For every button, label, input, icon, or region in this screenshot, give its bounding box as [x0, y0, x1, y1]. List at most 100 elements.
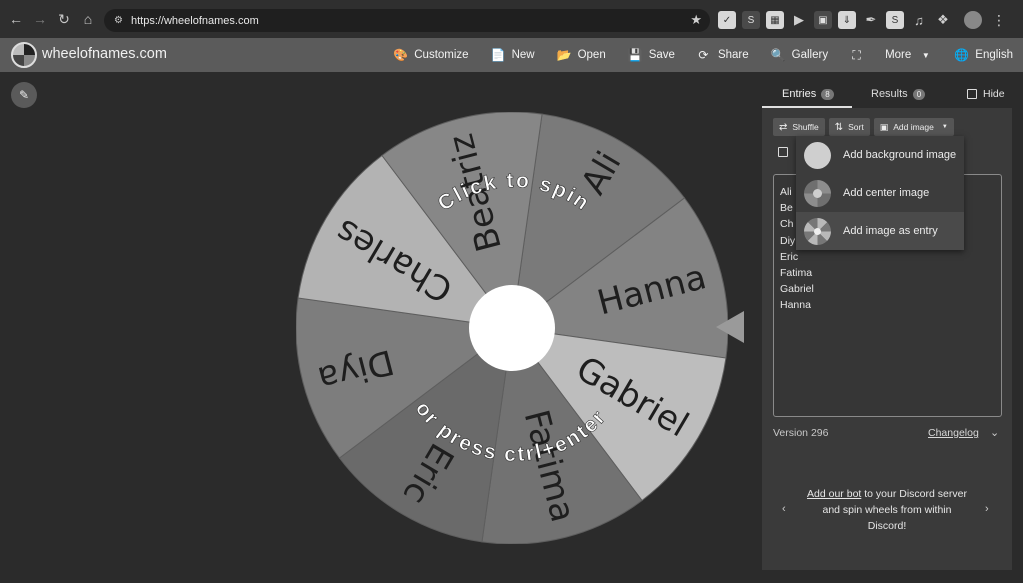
new-button[interactable]: 📄 New — [491, 48, 535, 62]
extension-columns-icon[interactable]: ▦ — [766, 11, 784, 29]
add-image-button[interactable]: ▣ Add image ▼ — [873, 118, 954, 136]
spin-wheel[interactable]: Ali Hanna Gabriel Fatima Eric Diya Charles Beat… — [296, 112, 728, 544]
wheel-center-hub[interactable] — [469, 285, 555, 371]
extension-folder-icon[interactable]: ▣ — [814, 11, 832, 29]
discord-text-3: Discord! — [867, 520, 907, 532]
fullscreen-icon: ⛶ — [852, 47, 861, 62]
chevron-down-icon[interactable]: ⌄ — [990, 426, 999, 439]
sort-icon: ⇅ — [834, 121, 844, 133]
search-icon: 🔍 — [770, 48, 786, 62]
shuffle-label: Shuffle — [792, 122, 819, 132]
sort-button[interactable]: ⇅ Sort — [828, 118, 870, 136]
version-text: Version 296 — [773, 427, 829, 439]
back-arrow-icon[interactable]: ← — [4, 7, 28, 31]
customize-button[interactable]: 🎨 Customize — [393, 48, 468, 62]
entries-toolbar: ⇄ Shuffle ⇅ Sort ▣ Add image ▼ — [773, 118, 954, 136]
add-background-image-option[interactable]: Add background image — [796, 136, 964, 174]
folder-open-icon: 📂 — [556, 48, 572, 62]
extension-pocket-icon[interactable]: ✓ — [718, 11, 736, 29]
background-image-icon — [804, 141, 831, 169]
pencil-icon: ✎ — [18, 88, 30, 102]
app-header: wheelofnames.com 🎨 Customize 📄 New 📂 Ope… — [0, 38, 1023, 72]
share-button[interactable]: ⟳ Share — [697, 48, 749, 62]
new-label: New — [511, 49, 535, 61]
chevron-left-icon[interactable]: ‹ — [782, 503, 786, 515]
edit-pencil-button[interactable]: ✎ — [11, 82, 37, 108]
discord-text-2: and spin wheels from within — [822, 504, 952, 516]
panel-tabs: Entries 8 Results 0 Hide — [762, 84, 1012, 108]
caret-down-icon: ▼ — [921, 50, 930, 60]
discord-promo: Add our bot to your Discord server and s… — [795, 486, 979, 534]
tab-entries[interactable]: Entries 8 — [782, 88, 834, 100]
entry-line: Eric — [780, 250, 799, 263]
extension-music-icon[interactable]: ♫ — [910, 11, 928, 29]
results-count-badge: 0 — [912, 88, 926, 100]
image-icon: ▣ — [879, 121, 889, 132]
bookmark-star-icon[interactable]: ★ — [690, 12, 702, 28]
add-image-dropdown: Add background image Add center image Ad… — [796, 136, 964, 250]
entry-line: Gabriel — [780, 283, 814, 296]
extension-download-icon[interactable]: ⇓ — [838, 11, 856, 29]
add-center-image-option[interactable]: Add center image — [796, 174, 964, 212]
reload-icon[interactable]: ↻ — [52, 7, 76, 31]
add-center-image-label: Add center image — [843, 187, 930, 199]
url-text: https://wheelofnames.com — [130, 14, 259, 27]
wheel-pointer — [716, 311, 744, 343]
browser-toolbar: ← → ↻ ⌂ ⚙ https://wheelofnames.com ★ ✓ S… — [0, 0, 1023, 38]
more-button[interactable]: More ▼ — [885, 49, 932, 61]
entry-line: Fatima — [780, 266, 813, 279]
share-label: Share — [717, 49, 749, 61]
add-background-image-label: Add background image — [843, 149, 957, 161]
open-button[interactable]: 📂 Open — [557, 48, 606, 62]
tab-results-label: Results — [871, 88, 908, 100]
browser-menu-icon[interactable]: ⋮ — [992, 12, 1006, 29]
home-icon[interactable]: ⌂ — [76, 7, 100, 31]
forward-arrow-icon[interactable]: → — [28, 7, 52, 31]
advanced-checkbox[interactable] — [778, 147, 788, 157]
active-tab-indicator — [762, 106, 852, 108]
extensions-puzzle-icon[interactable]: ❖ — [934, 11, 952, 29]
globe-icon: 🌐 — [954, 48, 970, 62]
site-logo-text[interactable]: wheelofnames.com — [42, 46, 167, 62]
add-our-bot-link[interactable]: Add our bot — [807, 488, 861, 500]
shuffle-icon: ⇄ — [779, 121, 788, 133]
fullscreen-button[interactable]: ⛶ — [850, 48, 863, 63]
center-image-icon — [804, 179, 831, 207]
extension-s2-icon[interactable]: S — [886, 11, 904, 29]
main-menu: 🎨 Customize 📄 New 📂 Open 💾 Save ⟳ Share … — [393, 38, 1013, 72]
add-image-as-entry-option[interactable]: Add image as entry — [796, 212, 964, 250]
extension-video-icon[interactable]: ▶ — [790, 11, 808, 29]
extensions-row: ✓ S ▦ ▶ ▣ ⇓ ✒ S ♫ ❖ ⋮ — [718, 9, 1006, 31]
chevron-right-icon[interactable]: › — [985, 503, 989, 515]
wheel-logo-icon[interactable] — [11, 42, 37, 68]
extension-s-icon[interactable]: S — [742, 11, 760, 29]
add-image-as-entry-label: Add image as entry — [843, 225, 938, 237]
share-icon: ⟳ — [698, 48, 709, 62]
save-icon: 💾 — [627, 48, 643, 62]
new-file-icon: 📄 — [490, 48, 506, 62]
add-image-label: Add image — [893, 122, 934, 132]
entry-line: Hanna — [780, 299, 811, 312]
language-button[interactable]: 🌐 English — [954, 48, 1013, 62]
site-settings-icon[interactable]: ⚙ — [114, 15, 123, 26]
discord-text-1: to your Discord server — [861, 488, 967, 500]
address-bar[interactable]: ⚙ https://wheelofnames.com ★ — [104, 9, 710, 32]
shuffle-button[interactable]: ⇄ Shuffle — [773, 118, 825, 136]
wheel-graphic[interactable]: AliHannaGabrielFatimaEricDiyaCharlesBeat… — [296, 112, 728, 544]
customize-label: Customize — [414, 49, 469, 61]
palette-icon: 🎨 — [393, 48, 409, 62]
open-label: Open — [577, 49, 606, 61]
changelog-link[interactable]: Changelog — [928, 427, 979, 439]
profile-avatar[interactable] — [964, 11, 982, 29]
more-label: More — [885, 49, 912, 61]
hide-label: Hide — [983, 88, 1005, 100]
tab-results[interactable]: Results 0 — [871, 88, 926, 100]
save-label: Save — [648, 49, 675, 61]
hide-checkbox[interactable] — [967, 89, 977, 99]
caret-down-icon: ▼ — [941, 124, 948, 130]
save-button[interactable]: 💾 Save — [628, 48, 675, 62]
hide-toggle[interactable]: Hide — [967, 88, 1005, 100]
extension-brush-icon[interactable]: ✒ — [862, 11, 880, 29]
gallery-label: Gallery — [791, 49, 829, 61]
gallery-button[interactable]: 🔍 Gallery — [771, 48, 828, 62]
